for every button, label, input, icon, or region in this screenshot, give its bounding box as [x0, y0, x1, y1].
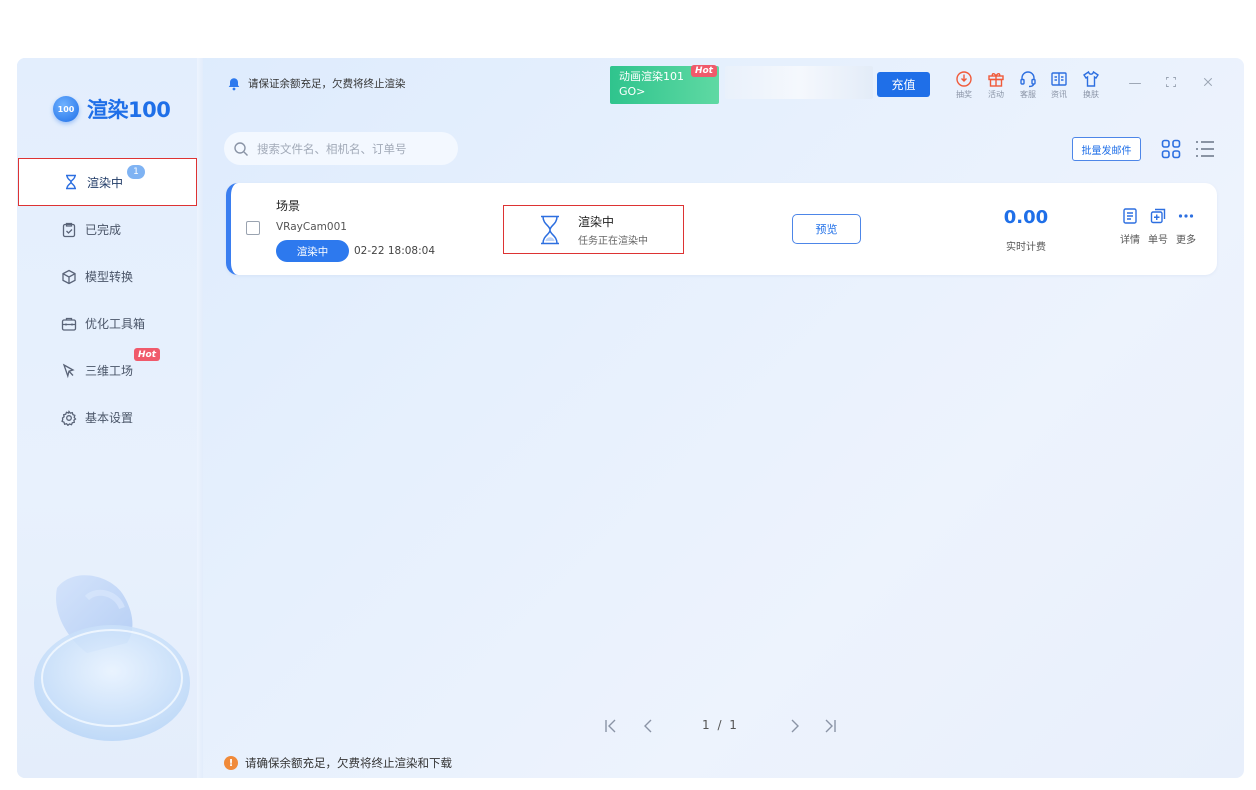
sidebar-item-3d-factory[interactable]: 三维工场 Hot	[17, 347, 197, 394]
preview-button[interactable]: 预览	[792, 214, 861, 244]
camera-name: VRayCam001	[276, 221, 347, 233]
news-icon	[1051, 72, 1067, 86]
sidebar-item-label: 优化工具箱	[85, 317, 146, 331]
warning-icon: !	[224, 756, 238, 770]
search-icon	[234, 141, 248, 156]
tool-label: 抽奖	[956, 90, 972, 99]
maximize-button[interactable]	[1163, 76, 1179, 92]
last-page-icon[interactable]	[823, 718, 837, 734]
details-action[interactable]: 详情	[1117, 207, 1143, 246]
realtime-cost: 0.00	[1003, 207, 1049, 228]
status-badge: 渲染中	[276, 240, 349, 262]
hourglass-icon	[541, 215, 559, 245]
sidebar-item-toolbox[interactable]: 优化工具箱	[17, 300, 197, 347]
activity-tool[interactable]: 活动	[982, 70, 1010, 100]
recharge-button[interactable]: 充值	[877, 72, 930, 97]
sidebar-item-label: 已完成	[85, 223, 122, 237]
news-tool[interactable]: 资讯	[1045, 70, 1073, 100]
first-page-icon[interactable]	[604, 718, 618, 734]
render-status: 渲染中 任务正在渲染中	[503, 205, 684, 254]
hot-badge: Hot	[690, 65, 717, 77]
sidebar-item-settings[interactable]: 基本设置	[17, 394, 197, 441]
status-text-group: 渲染中 任务正在渲染中	[578, 213, 648, 247]
sidebar-item-model-convert[interactable]: 模型转换	[17, 253, 197, 300]
notice-text: 请保证余额充足，欠费将终止渲染	[248, 78, 406, 90]
job-timestamp: 02-22 18:08:04	[354, 245, 436, 257]
bell-icon	[228, 77, 240, 90]
batch-email-button[interactable]: 批量发邮件	[1072, 137, 1141, 161]
scene-name: 场景	[276, 199, 301, 213]
more-action[interactable]: 更多	[1173, 207, 1199, 246]
next-page-icon[interactable]	[787, 718, 801, 734]
status-subtitle: 任务正在渲染中	[578, 235, 648, 247]
hot-badge: Hot	[134, 348, 161, 361]
page-indicator: 1 / 1	[702, 718, 739, 732]
tool-label: 活动	[988, 90, 1004, 99]
tool-label: 换肤	[1083, 90, 1099, 99]
clipboard-check-icon	[62, 222, 76, 237]
gear-icon	[61, 409, 77, 426]
app-window: 100 渲染100 渲染中 1 已完成 模型转换 优化工具箱 三维工场 Hot …	[17, 58, 1244, 778]
cube-icon	[62, 269, 76, 284]
tool-label: 客服	[1020, 90, 1036, 99]
action-label: 单号	[1148, 235, 1168, 246]
logo: 100 渲染100	[53, 94, 171, 124]
more-icon	[1178, 214, 1194, 218]
footer-notice: ! 请确保余额充足，欠费将终止渲染和下载	[224, 755, 452, 771]
maximize-icon	[1166, 77, 1176, 87]
customer-service-tool[interactable]: 客服	[1014, 70, 1042, 100]
hourglass-icon	[66, 174, 76, 190]
list-view-icon[interactable]	[1194, 138, 1216, 160]
sidebar-item-rendering[interactable]: 渲染中 1	[18, 158, 197, 206]
balance-notice: 请保证余额充足，欠费将终止渲染	[227, 76, 406, 91]
sidebar-divider	[197, 58, 203, 778]
account-info-blurred	[725, 66, 873, 99]
status-title: 渲染中	[578, 214, 615, 229]
copy-order-icon	[1150, 208, 1166, 224]
grid-view-icon[interactable]	[1160, 138, 1182, 160]
count-badge: 1	[127, 165, 145, 179]
lottery-tool[interactable]: 抽奖	[950, 70, 978, 100]
render-job-card: 场景 VRayCam001 渲染中 02-22 18:08:04 渲染中 任务正…	[226, 183, 1217, 275]
sidebar-item-label: 基本设置	[85, 411, 134, 425]
logo-text: 渲染100	[87, 98, 171, 122]
close-button[interactable]	[1200, 76, 1216, 92]
prev-page-icon[interactable]	[642, 718, 656, 734]
headset-icon	[1020, 71, 1036, 88]
sidebar-item-label: 渲染中	[87, 175, 124, 190]
search-box[interactable]	[224, 132, 458, 165]
tool-label: 资讯	[1051, 90, 1067, 99]
gift-icon	[988, 73, 1004, 87]
decorative-hand-illustration	[34, 575, 190, 741]
close-icon	[1203, 77, 1213, 87]
minimize-button[interactable]: —	[1127, 76, 1143, 92]
search-input[interactable]	[257, 141, 437, 156]
order-number-action[interactable]: 单号	[1145, 207, 1171, 246]
sidebar: 100 渲染100 渲染中 1 已完成 模型转换 优化工具箱 三维工场 Hot …	[17, 58, 197, 778]
action-label: 更多	[1176, 235, 1196, 246]
realtime-cost-label: 实时计费	[1006, 242, 1046, 253]
cursor-click-icon	[62, 363, 75, 378]
skin-tool[interactable]: 换肤	[1077, 70, 1105, 100]
details-icon	[1123, 208, 1137, 224]
toolbox-icon	[61, 317, 77, 331]
sidebar-item-completed[interactable]: 已完成	[17, 206, 197, 253]
promo-go: GO>	[619, 85, 646, 98]
logo-badge: 100	[53, 96, 79, 122]
shirt-icon	[1083, 70, 1099, 87]
job-checkbox[interactable]	[246, 221, 260, 235]
promo-banner[interactable]: 动画渲染101 GO> Hot	[610, 65, 719, 104]
sidebar-nav: 渲染中 1 已完成 模型转换 优化工具箱 三维工场 Hot 基本设置	[17, 158, 197, 441]
sidebar-item-label: 三维工场	[85, 364, 134, 378]
footer-notice-text: 请确保余额充足，欠费将终止渲染和下载	[245, 756, 452, 770]
sidebar-item-label: 模型转换	[85, 270, 134, 284]
lottery-icon	[956, 71, 972, 87]
action-label: 详情	[1120, 235, 1140, 246]
